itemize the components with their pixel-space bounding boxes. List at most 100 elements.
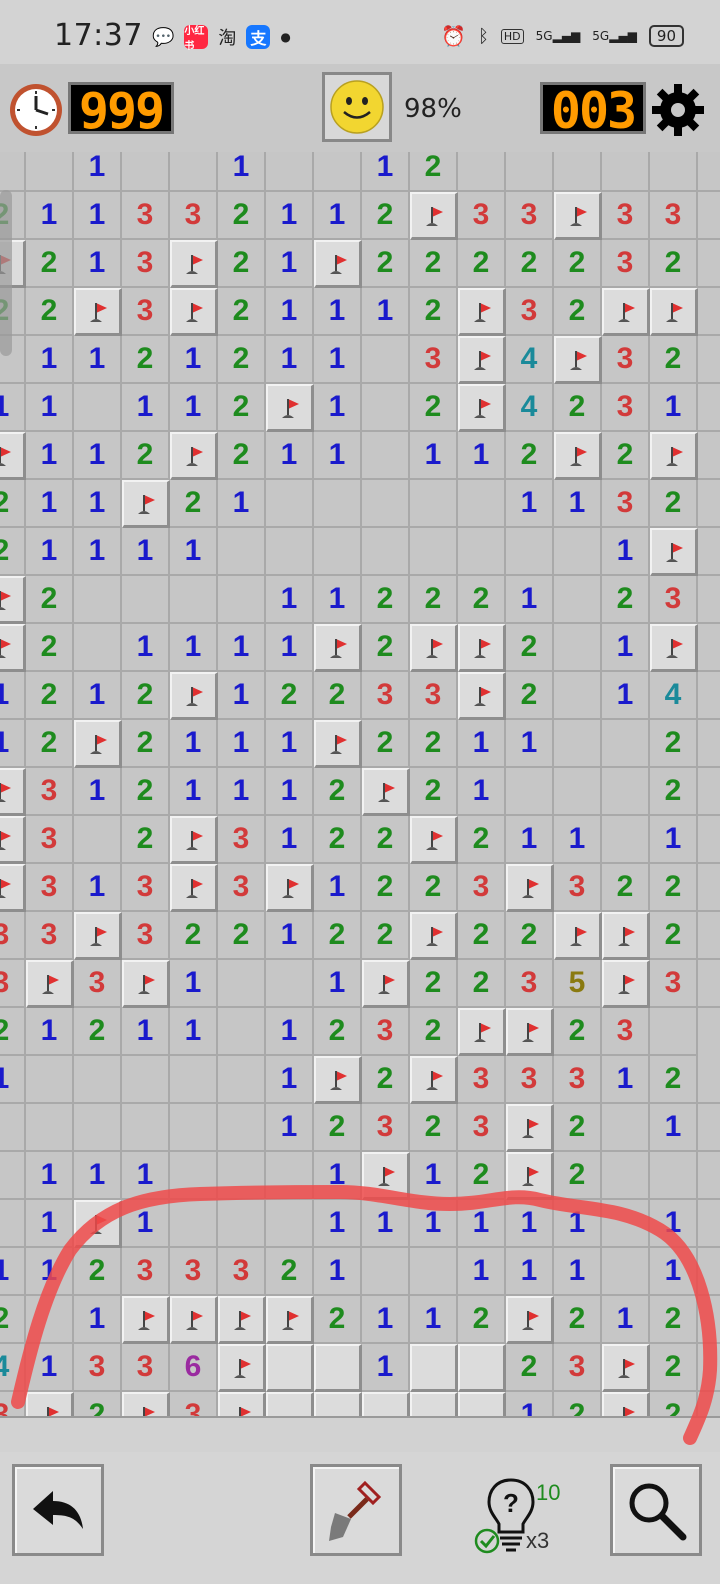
empty-cell[interactable] <box>698 624 720 672</box>
empty-cell[interactable] <box>554 576 602 624</box>
flagged-cell[interactable] <box>170 816 218 864</box>
number-cell[interactable]: 2 <box>218 912 266 960</box>
number-cell[interactable]: 1 <box>506 576 554 624</box>
empty-cell[interactable] <box>266 152 314 192</box>
number-cell[interactable]: 1 <box>410 1296 458 1344</box>
number-cell[interactable]: 1 <box>0 1056 26 1104</box>
number-cell[interactable]: 1 <box>218 672 266 720</box>
number-cell[interactable]: 2 <box>602 864 650 912</box>
number-cell[interactable]: 2 <box>314 912 362 960</box>
number-cell[interactable]: 2 <box>650 1296 698 1344</box>
flagged-cell[interactable] <box>602 1344 650 1392</box>
empty-cell[interactable] <box>458 528 506 576</box>
number-cell[interactable]: 2 <box>554 1104 602 1152</box>
number-cell[interactable]: 1 <box>26 1200 74 1248</box>
number-cell[interactable]: 1 <box>266 336 314 384</box>
number-cell[interactable]: 1 <box>74 1152 122 1200</box>
number-cell[interactable]: 1 <box>170 960 218 1008</box>
number-cell[interactable]: 1 <box>506 1200 554 1248</box>
empty-cell[interactable] <box>602 768 650 816</box>
number-cell[interactable]: 2 <box>410 384 458 432</box>
number-cell[interactable]: 2 <box>554 384 602 432</box>
empty-cell[interactable] <box>74 384 122 432</box>
number-cell[interactable]: 2 <box>410 720 458 768</box>
empty-cell[interactable] <box>698 1056 720 1104</box>
number-cell[interactable]: 2 <box>410 576 458 624</box>
number-cell[interactable]: 2 <box>554 288 602 336</box>
empty-cell[interactable] <box>554 624 602 672</box>
scroll-indicator[interactable] <box>0 190 12 356</box>
number-cell[interactable]: 3 <box>602 240 650 288</box>
empty-cell[interactable] <box>458 480 506 528</box>
number-cell[interactable]: 1 <box>218 624 266 672</box>
number-cell[interactable]: 1 <box>26 1152 74 1200</box>
number-cell[interactable]: 1 <box>0 672 26 720</box>
empty-cell[interactable] <box>602 1104 650 1152</box>
number-cell[interactable]: 2 <box>362 576 410 624</box>
empty-cell[interactable] <box>218 1152 266 1200</box>
number-cell[interactable]: 2 <box>554 1296 602 1344</box>
number-cell[interactable]: 2 <box>410 768 458 816</box>
number-cell[interactable]: 1 <box>74 864 122 912</box>
number-cell[interactable]: 3 <box>218 864 266 912</box>
number-cell[interactable]: 1 <box>0 384 26 432</box>
number-cell[interactable]: 2 <box>650 720 698 768</box>
number-cell[interactable]: 1 <box>266 1104 314 1152</box>
number-cell[interactable]: 2 <box>650 480 698 528</box>
empty-cell[interactable] <box>314 152 362 192</box>
number-cell[interactable]: 2 <box>314 1296 362 1344</box>
number-cell[interactable]: 2 <box>458 576 506 624</box>
covered-cell[interactable] <box>410 1392 458 1416</box>
number-cell[interactable]: 2 <box>26 720 74 768</box>
number-cell[interactable]: 5 <box>554 960 602 1008</box>
flagged-cell[interactable] <box>602 1392 650 1416</box>
covered-cell[interactable] <box>362 1392 410 1416</box>
flagged-cell[interactable] <box>362 1152 410 1200</box>
number-cell[interactable]: 2 <box>554 1008 602 1056</box>
number-cell[interactable]: 3 <box>26 768 74 816</box>
flagged-cell[interactable] <box>74 288 122 336</box>
number-cell[interactable]: 1 <box>218 480 266 528</box>
number-cell[interactable]: 1 <box>266 1008 314 1056</box>
number-cell[interactable]: 2 <box>506 1344 554 1392</box>
number-cell[interactable]: 3 <box>0 1392 26 1416</box>
empty-cell[interactable] <box>554 672 602 720</box>
number-cell[interactable]: 3 <box>122 1248 170 1296</box>
number-cell[interactable]: 1 <box>122 624 170 672</box>
empty-cell[interactable] <box>506 528 554 576</box>
empty-cell[interactable] <box>266 1152 314 1200</box>
number-cell[interactable]: 1 <box>266 1056 314 1104</box>
flagged-cell[interactable] <box>26 1392 74 1416</box>
empty-cell[interactable] <box>602 1152 650 1200</box>
number-cell[interactable]: 1 <box>266 624 314 672</box>
number-cell[interactable]: 2 <box>458 240 506 288</box>
empty-cell[interactable] <box>218 528 266 576</box>
number-cell[interactable]: 1 <box>602 528 650 576</box>
empty-cell[interactable] <box>650 1008 698 1056</box>
number-cell[interactable]: 1 <box>74 336 122 384</box>
empty-cell[interactable] <box>698 1152 720 1200</box>
flagged-cell[interactable] <box>602 288 650 336</box>
flagged-cell[interactable] <box>410 1056 458 1104</box>
number-cell[interactable]: 1 <box>170 768 218 816</box>
empty-cell[interactable] <box>554 528 602 576</box>
flagged-cell[interactable] <box>218 1296 266 1344</box>
empty-cell[interactable] <box>554 152 602 192</box>
number-cell[interactable]: 3 <box>602 1008 650 1056</box>
number-cell[interactable]: 1 <box>554 1200 602 1248</box>
flagged-cell[interactable] <box>602 960 650 1008</box>
number-cell[interactable]: 2 <box>218 432 266 480</box>
number-cell[interactable]: 3 <box>410 336 458 384</box>
empty-cell[interactable] <box>698 528 720 576</box>
flagged-cell[interactable] <box>650 624 698 672</box>
number-cell[interactable]: 2 <box>362 240 410 288</box>
covered-cell[interactable] <box>314 1392 362 1416</box>
number-cell[interactable]: 1 <box>74 768 122 816</box>
number-cell[interactable]: 3 <box>602 336 650 384</box>
covered-cell[interactable] <box>266 1344 314 1392</box>
number-cell[interactable]: 2 <box>26 672 74 720</box>
empty-cell[interactable] <box>506 768 554 816</box>
number-cell[interactable]: 2 <box>0 1296 26 1344</box>
number-cell[interactable]: 3 <box>554 1344 602 1392</box>
number-cell[interactable]: 2 <box>458 1152 506 1200</box>
